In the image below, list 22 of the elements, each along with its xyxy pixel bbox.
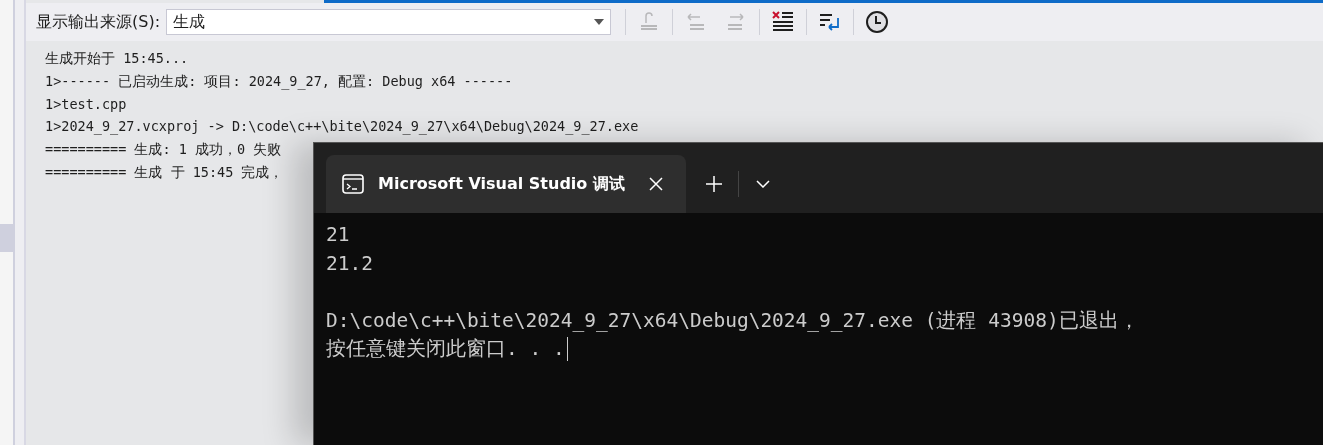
output-line: 1>2024_9_27.vcxproj -> D:\code\c++\bite\2024_9_27\x64\Debug\2024_9_27.exe <box>45 117 639 137</box>
plus-icon <box>706 176 722 192</box>
output-line: ========== 生成: 1 成功，0 失败 <box>45 140 282 160</box>
output-line: ========== 生成 于 15:45 完成， <box>45 163 284 182</box>
console-line: 21.2 <box>326 250 373 277</box>
text-cursor <box>566 337 569 362</box>
chevron-down-icon <box>756 180 770 188</box>
output-line: 生成开始于 15:45... <box>45 49 189 68</box>
clock-icon <box>865 10 890 34</box>
console-line: 按任意键关闭此窗口. . . <box>326 336 565 362</box>
caret-icon <box>594 19 605 25</box>
close-icon <box>649 177 663 191</box>
clear-all-icon <box>771 10 796 34</box>
source-label: 显示输出来源(S): <box>36 11 161 33</box>
console-line: D:\code\c++\bite\2024_9_27\x64\Debug\2024_9_27.exe (进程 43908)已退出， <box>326 307 1139 334</box>
output-line: 1>test.cpp <box>45 94 127 114</box>
terminal-tab[interactable]: Microsoft Visual Studio 调试 <box>326 155 686 213</box>
output-line: 1>------ 已启动生成: 项目: 2024_9_27, 配置: Debug x64 ------ <box>45 71 513 92</box>
tab-title: Microsoft Visual Studio 调试 <box>378 173 626 195</box>
console-icon <box>342 174 364 194</box>
console-line: 21 <box>326 222 350 248</box>
source-dropdown[interactable]: 生成 <box>166 9 612 35</box>
